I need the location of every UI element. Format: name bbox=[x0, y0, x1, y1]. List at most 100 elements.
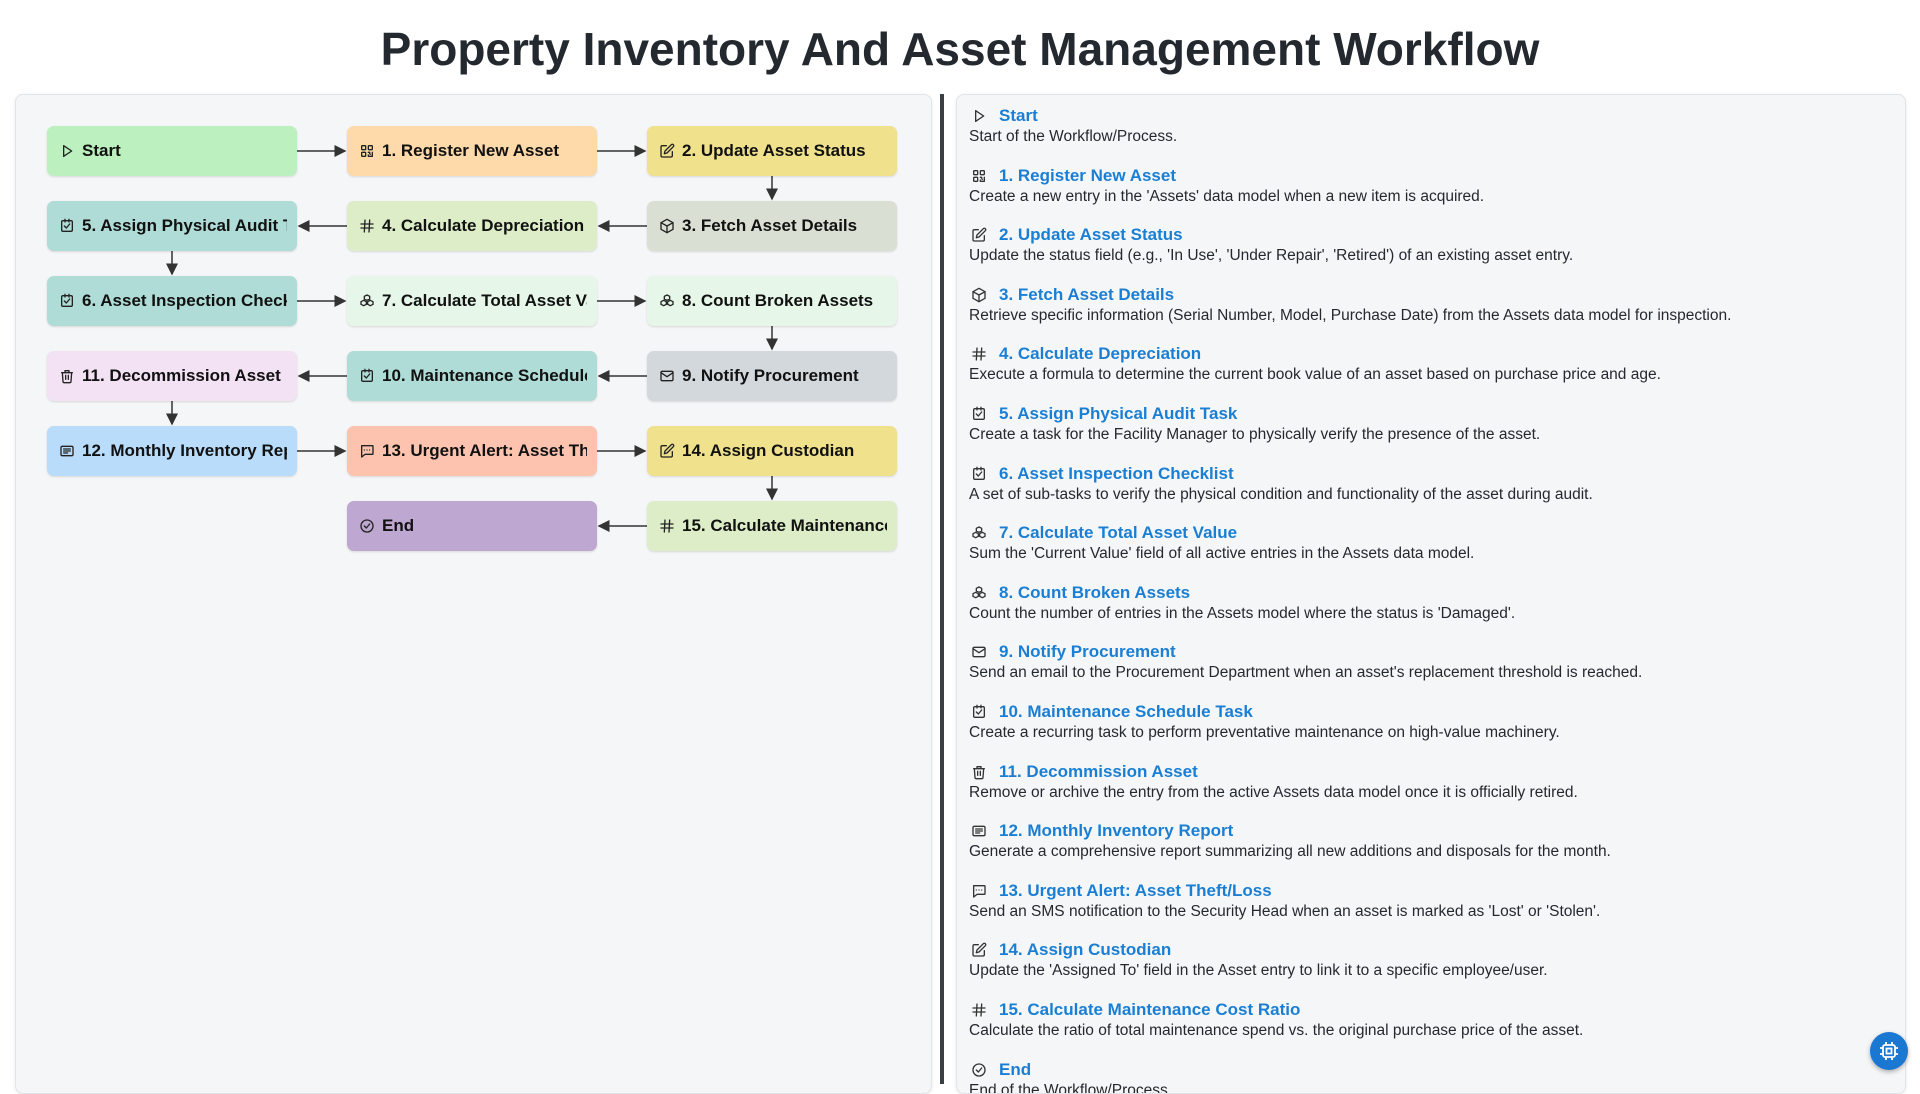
detail-title-link[interactable]: 10. Maintenance Schedule Task bbox=[999, 702, 1253, 722]
workflow-node-n13[interactable]: 13. Urgent Alert: Asset Theft/Loss bbox=[347, 426, 597, 476]
workflow-node-n2[interactable]: 2. Update Asset Status bbox=[647, 126, 897, 176]
workflow-node-n10[interactable]: 10. Maintenance Schedule Task bbox=[347, 351, 597, 401]
checkbox-icon bbox=[57, 291, 77, 311]
detail-header[interactable]: 15. Calculate Maintenance Cost Ratio bbox=[969, 999, 1889, 1021]
detail-item: 11. Decommission Asset Remove or archive … bbox=[969, 761, 1889, 802]
workflow-node-label: 7. Calculate Total Asset Value bbox=[382, 291, 587, 310]
workflow-node-label: 15. Calculate Maintenance Cost Ratio bbox=[682, 516, 887, 535]
qr-grid-icon bbox=[969, 166, 989, 186]
cube-icon bbox=[969, 285, 989, 305]
details-panel[interactable]: Start Start of the Workflow/Process. 1. Re… bbox=[956, 94, 1906, 1094]
workflow-node-n11[interactable]: 11. Decommission Asset bbox=[47, 351, 297, 401]
detail-title-link[interactable]: 7. Calculate Total Asset Value bbox=[999, 523, 1237, 543]
detail-header[interactable]: 10. Maintenance Schedule Task bbox=[969, 701, 1889, 723]
workflow-node-label: 12. Monthly Inventory Report bbox=[82, 441, 287, 460]
cubes-icon bbox=[657, 291, 677, 311]
detail-title-link[interactable]: 14. Assign Custodian bbox=[999, 940, 1171, 960]
detail-item: End End of the Workflow/Process. bbox=[969, 1059, 1889, 1093]
detail-title-link[interactable]: Start bbox=[999, 106, 1038, 126]
workflow-node-label: 2. Update Asset Status bbox=[682, 141, 866, 160]
detail-header[interactable]: Start bbox=[969, 105, 1889, 127]
detail-title-link[interactable]: 4. Calculate Depreciation bbox=[999, 344, 1201, 364]
detail-item: 8. Count Broken Assets Count the number o… bbox=[969, 582, 1889, 623]
detail-header[interactable]: End bbox=[969, 1059, 1889, 1081]
detail-description: Execute a formula to determine the curre… bbox=[969, 366, 1661, 384]
edit-icon bbox=[969, 940, 989, 960]
detail-title-link[interactable]: 3. Fetch Asset Details bbox=[999, 285, 1174, 305]
detail-header[interactable]: 4. Calculate Depreciation bbox=[969, 343, 1889, 365]
detail-header[interactable]: 2. Update Asset Status bbox=[969, 224, 1889, 246]
workflow-node-label: 11. Decommission Asset bbox=[82, 366, 281, 385]
detail-title-link[interactable]: 11. Decommission Asset bbox=[999, 762, 1198, 782]
detail-header[interactable]: 1. Register New Asset bbox=[969, 165, 1889, 187]
detail-header[interactable]: 9. Notify Procurement bbox=[969, 641, 1889, 663]
detail-title-link[interactable]: 9. Notify Procurement bbox=[999, 642, 1176, 662]
detail-title-link[interactable]: 13. Urgent Alert: Asset Theft/Loss bbox=[999, 881, 1272, 901]
detail-title-link[interactable]: 1. Register New Asset bbox=[999, 166, 1176, 186]
detail-description: Count the number of entries in the Asset… bbox=[969, 604, 1516, 622]
detail-item: 3. Fetch Asset Details Retrieve specific … bbox=[969, 284, 1889, 325]
hash-icon bbox=[357, 216, 377, 236]
workflow-node-start[interactable]: Start bbox=[47, 126, 297, 176]
trash-icon bbox=[969, 762, 989, 782]
assistant-button[interactable] bbox=[1870, 1032, 1908, 1070]
detail-header[interactable]: 5. Assign Physical Audit Task bbox=[969, 403, 1889, 425]
edit-icon bbox=[657, 441, 677, 461]
hash-icon bbox=[969, 344, 989, 364]
detail-header[interactable]: 3. Fetch Asset Details bbox=[969, 284, 1889, 306]
workflow-node-n14[interactable]: 14. Assign Custodian bbox=[647, 426, 897, 476]
checkbox-icon bbox=[969, 464, 989, 484]
workflow-node-label: 1. Register New Asset bbox=[382, 141, 559, 160]
detail-description: Remove or archive the entry from the act… bbox=[969, 783, 1578, 801]
workflow-node-n8[interactable]: 8. Count Broken Assets bbox=[647, 276, 897, 326]
detail-item: 9. Notify Procurement Send an email to th… bbox=[969, 641, 1889, 682]
detail-header[interactable]: 13. Urgent Alert: Asset Theft/Loss bbox=[969, 880, 1889, 902]
detail-header[interactable]: 8. Count Broken Assets bbox=[969, 582, 1889, 604]
detail-title-link[interactable]: 2. Update Asset Status bbox=[999, 225, 1183, 245]
workflow-node-n4[interactable]: 4. Calculate Depreciation bbox=[347, 201, 597, 251]
workflow-node-n7[interactable]: 7. Calculate Total Asset Value bbox=[347, 276, 597, 326]
workflow-node-n9[interactable]: 9. Notify Procurement bbox=[647, 351, 897, 401]
detail-item: Start Start of the Workflow/Process. bbox=[969, 105, 1889, 146]
workflow-node-label: 6. Asset Inspection Checklist bbox=[82, 291, 287, 310]
detail-item: 7. Calculate Total Asset Value Sum the 'C… bbox=[969, 522, 1889, 563]
workflow-node-n5[interactable]: 5. Assign Physical Audit Task bbox=[47, 201, 297, 251]
panel-splitter[interactable] bbox=[940, 94, 944, 1084]
detail-item: 4. Calculate Depreciation Execute a formu… bbox=[969, 343, 1889, 384]
trash-icon bbox=[57, 366, 77, 386]
workflow-node-n15[interactable]: 15. Calculate Maintenance Cost Ratio bbox=[647, 501, 897, 551]
detail-header[interactable]: 7. Calculate Total Asset Value bbox=[969, 522, 1889, 544]
workflow-node-n12[interactable]: 12. Monthly Inventory Report bbox=[47, 426, 297, 476]
checkbox-icon bbox=[969, 702, 989, 722]
workflow-node-label: 4. Calculate Depreciation bbox=[382, 216, 585, 235]
check-circle-icon bbox=[969, 1060, 989, 1080]
cubes-icon bbox=[969, 583, 989, 603]
detail-description: Update the 'Assigned To' field in the As… bbox=[969, 962, 1548, 980]
detail-header[interactable]: 11. Decommission Asset bbox=[969, 761, 1889, 783]
detail-description: Retrieve specific information (Serial Nu… bbox=[969, 306, 1732, 324]
detail-description: Generate a comprehensive report summariz… bbox=[969, 843, 1611, 861]
checkbox-icon bbox=[57, 216, 77, 236]
workflow-node-n3[interactable]: 3. Fetch Asset Details bbox=[647, 201, 897, 251]
workflow-node-n1[interactable]: 1. Register New Asset bbox=[347, 126, 597, 176]
detail-title-link[interactable]: 8. Count Broken Assets bbox=[999, 583, 1190, 603]
workflow-node-label: 9. Notify Procurement bbox=[682, 366, 859, 385]
detail-header[interactable]: 14. Assign Custodian bbox=[969, 939, 1889, 961]
workflow-node-n6[interactable]: 6. Asset Inspection Checklist bbox=[47, 276, 297, 326]
cubes-icon bbox=[357, 291, 377, 311]
detail-description: Create a recurring task to perform preve… bbox=[969, 724, 1560, 741]
play-icon bbox=[57, 141, 77, 161]
workflow-node-end[interactable]: End bbox=[347, 501, 597, 551]
hash-icon bbox=[657, 516, 677, 536]
detail-item: 12. Monthly Inventory Report Generate a c… bbox=[969, 820, 1889, 861]
workflow-node-label: Start bbox=[82, 141, 121, 160]
detail-title-link[interactable]: End bbox=[999, 1060, 1031, 1080]
detail-title-link[interactable]: 12. Monthly Inventory Report bbox=[999, 821, 1233, 841]
detail-header[interactable]: 12. Monthly Inventory Report bbox=[969, 820, 1889, 842]
detail-title-link[interactable]: 6. Asset Inspection Checklist bbox=[999, 464, 1234, 484]
detail-title-link[interactable]: 15. Calculate Maintenance Cost Ratio bbox=[999, 1000, 1300, 1020]
detail-header[interactable]: 6. Asset Inspection Checklist bbox=[969, 463, 1889, 485]
mail-icon bbox=[969, 642, 989, 662]
detail-item: 1. Register New Asset Create a new entry … bbox=[969, 165, 1889, 206]
detail-title-link[interactable]: 5. Assign Physical Audit Task bbox=[999, 404, 1237, 424]
